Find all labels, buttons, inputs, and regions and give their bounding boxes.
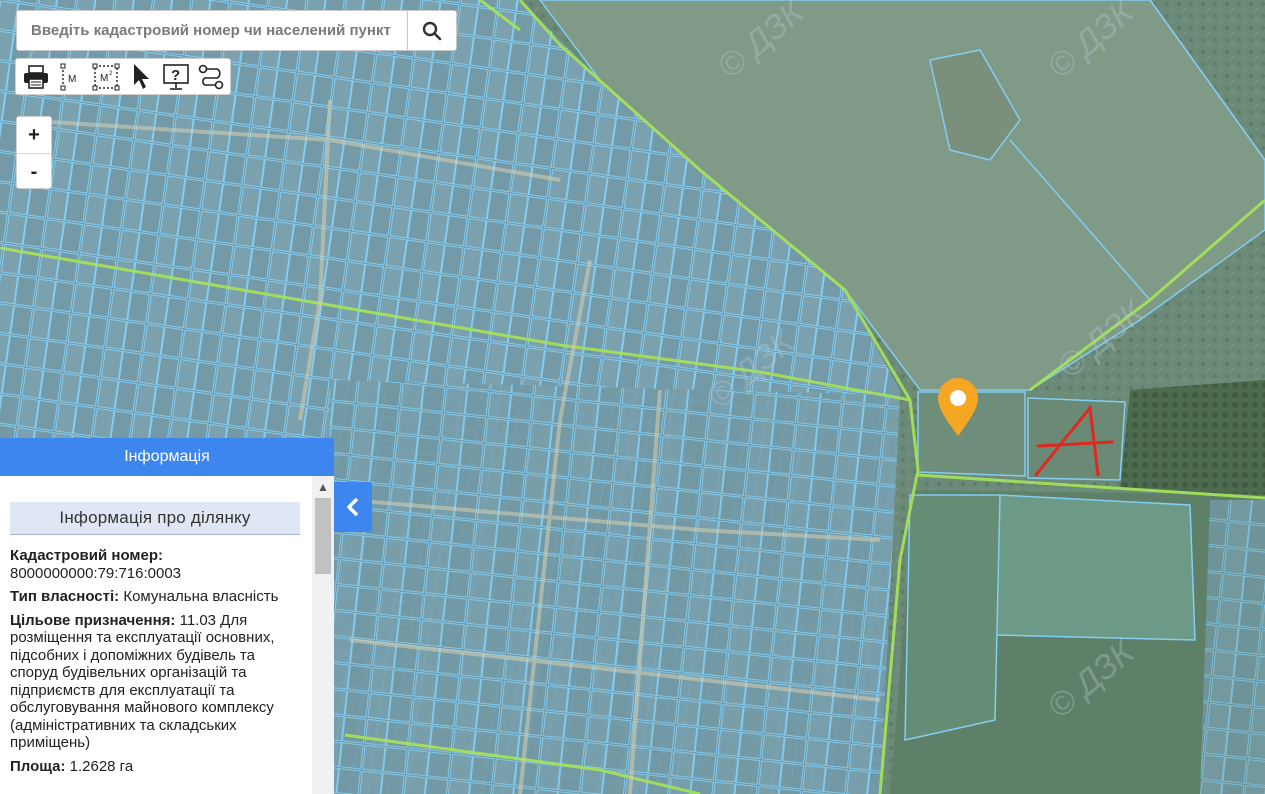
search-input[interactable] <box>17 11 407 50</box>
parcel-info: Кадастровий номер: 8000000000:79:716:000… <box>0 535 305 775</box>
panel-header: Інформація <box>0 438 334 476</box>
cadastral-label: Кадастровий номер: <box>10 547 164 564</box>
svg-text:2: 2 <box>109 71 113 77</box>
svg-text:M: M <box>68 74 76 85</box>
printer-icon <box>23 64 48 89</box>
purpose-value: 11.03 Для розміщення та експлуатації осн… <box>10 611 275 752</box>
help-icon: ? <box>162 63 189 90</box>
identify-help-button[interactable]: ? <box>158 60 193 94</box>
info-panel: Інформація Інформація про ділянку Кадаст… <box>0 438 334 794</box>
select-pointer-button[interactable] <box>123 60 158 94</box>
zoom-control: + - <box>16 116 52 189</box>
route-icon <box>198 64 223 89</box>
panel-body: Інформація про ділянку Кадастровий номер… <box>0 476 312 794</box>
svg-text:M: M <box>100 73 108 84</box>
measure-area-icon: M 2 <box>92 63 119 90</box>
search-icon <box>422 21 442 40</box>
measure-distance-icon: M <box>60 63 76 90</box>
search-button[interactable] <box>407 11 456 50</box>
scroll-thumb[interactable] <box>315 498 331 574</box>
measure-distance-button[interactable]: M <box>53 60 88 94</box>
area-value: 1.2628 га <box>69 757 134 775</box>
panel-scrollbar[interactable]: ▲ <box>312 476 334 794</box>
zoom-in-button[interactable]: + <box>17 117 51 154</box>
area-label: Площа: <box>10 757 66 775</box>
cadastral-value: 8000000000:79:716:0003 <box>10 564 182 582</box>
search-bar <box>16 10 457 51</box>
ownership-label: Тип власності: <box>10 588 120 605</box>
ownership-value: Комунальна власність <box>123 588 279 605</box>
section-title: Інформація про ділянку <box>10 502 300 535</box>
chevron-left-icon <box>347 497 359 517</box>
route-button[interactable] <box>193 60 228 94</box>
measure-area-button[interactable]: M 2 <box>88 60 123 94</box>
map-toolbar: M M 2 ? <box>15 58 231 95</box>
collapse-panel-button[interactable] <box>334 482 372 532</box>
scroll-up-arrow-icon[interactable]: ▲ <box>312 476 334 498</box>
zoom-out-button[interactable]: - <box>17 154 51 190</box>
svg-text:?: ? <box>171 67 180 84</box>
print-button[interactable] <box>18 60 53 94</box>
purpose-label: Цільове призначення: <box>10 611 176 629</box>
pointer-icon <box>133 63 149 89</box>
